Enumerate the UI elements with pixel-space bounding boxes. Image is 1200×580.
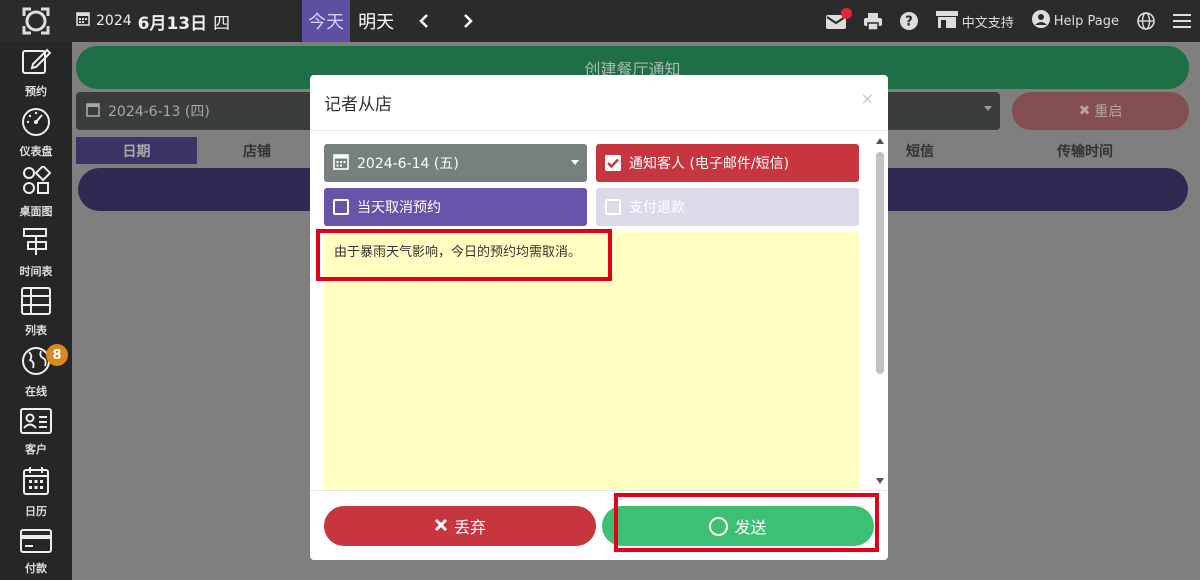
sidebar-item-payment[interactable]: 付款 [0,522,72,580]
sidebar-item-label: 预约 [25,84,47,98]
calendar-icon [333,153,349,174]
sidebar-item-label: 桌面图 [19,204,53,218]
print-icon[interactable] [855,0,891,42]
contact-card-icon [20,407,52,438]
credit-card-icon [20,528,52,557]
modal-scrollbar[interactable] [874,134,886,486]
tomorrow-button[interactable]: 明天 [350,8,402,34]
sidebar-item-timeline[interactable]: 时间表 [0,222,72,282]
scroll-thumb[interactable] [876,152,884,374]
date-weekday: 四 [213,13,231,34]
scroll-up-icon[interactable] [876,138,884,144]
date-year: 2024 [96,13,132,29]
highlight-box-send [614,493,879,552]
sidebar-item-list[interactable]: 列表 [0,282,72,342]
sidebar-item-customers[interactable]: 客户 [0,402,72,462]
restart-button[interactable]: ✖ 重启 [1012,92,1189,130]
close-icon[interactable]: × [861,89,874,108]
help-circle-icon[interactable]: ? [891,0,927,42]
notify-guests-label: 通知客人 (电子邮件/短信) [629,156,790,172]
sidebar-item-label: 在线 [25,384,47,398]
modal-title: 记者从店 [324,95,392,115]
modal-body: 2024-6-14 (五) 通知客人 (电子邮件/短信) 当天取消预约 支付退款… [310,132,888,490]
column-header-date[interactable]: 日期 [76,137,197,164]
sidebar-item-label: 列表 [25,323,47,337]
refund-payment-toggle[interactable]: 支付退款 [596,188,859,226]
calendar-icon [86,102,100,121]
top-bar: 2024 6月13日 四 今天 明天 ? 中文支持 Help Page [0,0,1200,42]
svg-text:?: ? [905,15,913,30]
sidebar-item-label: 仪表盘 [19,144,53,158]
calendar-icon [76,11,90,31]
highlight-box-message [316,229,612,281]
sidebar-item-calendar[interactable]: 日历 [0,462,72,522]
column-header-store[interactable]: 店铺 [197,137,317,164]
logo-icon[interactable] [0,0,72,42]
mail-badge [840,8,852,19]
sidebar-item-label: 付款 [25,561,47,575]
help-page-label: Help Page [1053,13,1119,29]
discard-button[interactable]: 丢弃 [324,506,596,546]
timeline-icon [21,226,51,260]
caret-down-icon [984,106,992,111]
chevron-right-icon[interactable] [446,0,490,42]
edit-icon [21,46,52,80]
current-date[interactable]: 2024 6月13日 四 [76,9,230,34]
support-label: 中文支持 [961,15,1014,31]
globe-icon[interactable] [1128,0,1164,42]
store-icon [935,10,958,32]
column-header-transmit-time[interactable]: 传输时间 [1020,137,1150,164]
sidebar-item-label: 客户 [25,442,47,456]
modal-header: 记者从店 × [310,75,888,131]
sidebar-item-label: 日历 [25,504,47,518]
cancel-reservations-toggle[interactable]: 当天取消预约 [324,188,587,226]
sidebar: 预约 仪表盘 桌面图 时间表 列表 8 在线 客户 日历 付款 [0,42,72,580]
table-layout-icon [21,164,52,200]
cancel-reservations-label: 当天取消预约 [357,200,441,216]
today-button[interactable]: 今天 [302,0,351,42]
notice-modal: 记者从店 × 2024-6-14 (五) 通知客人 (电子邮件/短信) 当天取消… [310,75,888,560]
scroll-down-icon[interactable] [876,478,884,484]
mail-icon[interactable] [817,0,855,42]
restart-label: 重启 [1094,104,1123,120]
notice-date-select[interactable]: 2024-6-14 (五) [324,144,587,182]
notify-guests-toggle[interactable]: 通知客人 (电子邮件/短信) [596,144,859,182]
refund-payment-label: 支付退款 [629,200,685,216]
menu-icon[interactable] [1164,0,1200,42]
sidebar-item-dashboard[interactable]: 仪表盘 [0,102,72,162]
date-month-day: 6月13日 [137,13,208,34]
close-icon [434,517,448,536]
help-page-link[interactable]: Help Page [1023,0,1128,42]
sidebar-item-label: 时间表 [19,264,53,278]
checkbox-empty-icon[interactable] [333,199,349,215]
caret-down-icon [571,160,579,165]
calendar-icon [22,466,50,500]
discard-label: 丢弃 [453,518,486,537]
chevron-left-icon[interactable] [402,0,446,42]
list-icon [21,286,51,319]
user-circle-icon [1031,10,1050,32]
checkbox-empty-icon[interactable] [605,199,621,215]
date-select-value: 2024-6-13 (四) [108,104,210,120]
sidebar-item-table-map[interactable]: 桌面图 [0,162,72,222]
sidebar-item-online[interactable]: 8 在线 [0,342,72,402]
sidebar-item-reservation[interactable]: 预约 [0,42,72,102]
close-icon: ✖ [1078,103,1091,119]
online-count-badge: 8 [46,344,68,366]
checkbox-checked-icon[interactable] [605,155,621,171]
support-link[interactable]: 中文支持 [927,0,1023,42]
gauge-icon [20,106,52,140]
notice-date-value: 2024-6-14 (五) [357,156,459,172]
